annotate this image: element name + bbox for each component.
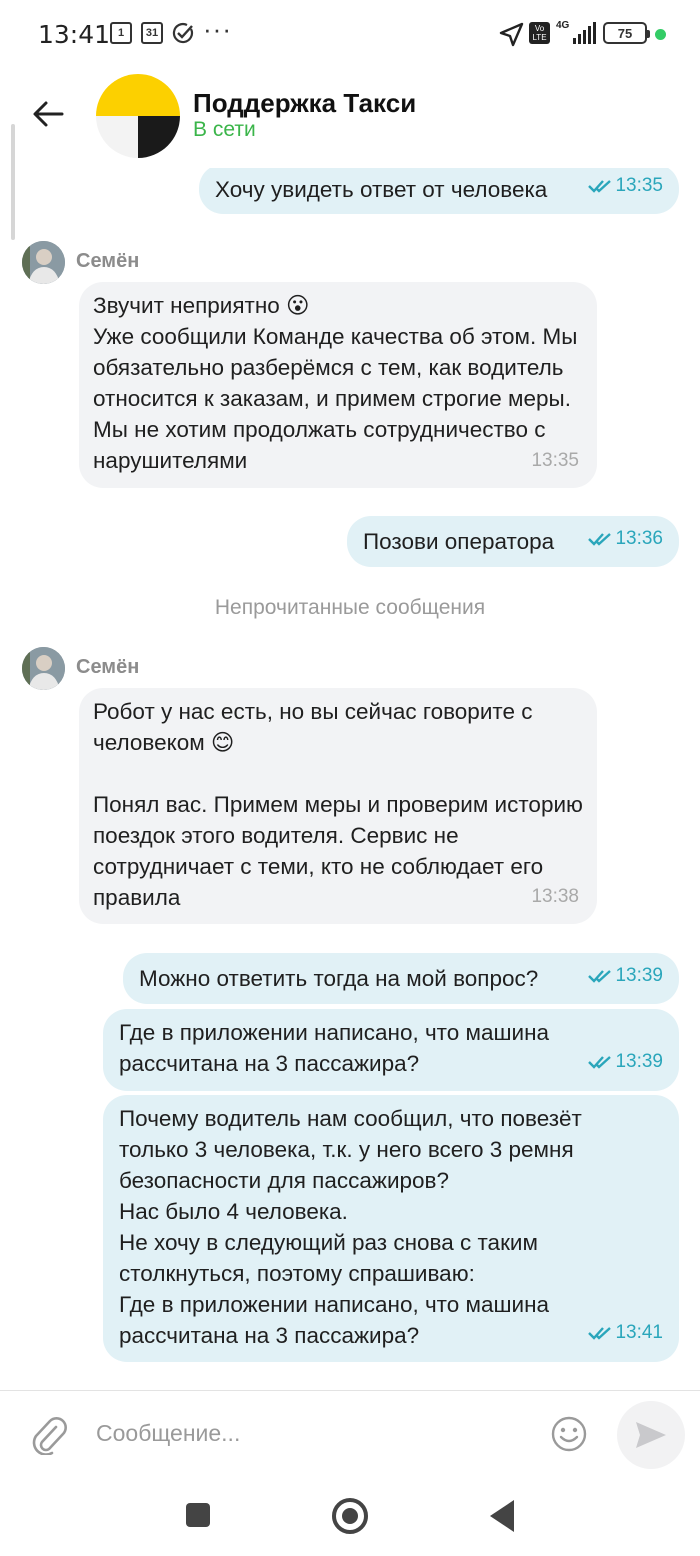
message-time: 13:39 <box>588 960 663 991</box>
message-text: Где в приложении написано, что машина ра… <box>119 1020 556 1076</box>
message-time-label: 13:36 <box>615 528 663 549</box>
home-button[interactable] <box>332 1498 368 1534</box>
system-back-button[interactable] <box>490 1500 514 1532</box>
scrollbar[interactable] <box>11 124 15 240</box>
emoji-icon[interactable] <box>550 1415 588 1453</box>
message-outgoing[interactable]: Хочу увидеть ответ от человека 13:35 <box>199 164 679 214</box>
send-icon <box>636 1422 666 1448</box>
message-list[interactable]: Хочу увидеть ответ от человека 13:35 Сем… <box>0 0 700 1390</box>
sender-header: Семён <box>22 647 322 691</box>
double-check-icon <box>588 179 612 193</box>
avatar[interactable] <box>22 241 65 284</box>
message-time-label: 13:41 <box>615 1322 663 1343</box>
avatar[interactable] <box>22 647 65 690</box>
system-navigation-bar <box>0 1476 700 1556</box>
taxi-logo[interactable] <box>96 74 180 158</box>
message-outgoing[interactable]: Где в приложении написано, что машина ра… <box>103 1009 679 1091</box>
unread-divider: Непрочитанные сообщения <box>214 596 486 619</box>
sender-name: Семён <box>76 656 140 678</box>
message-text: Можно ответить тогда на мой вопрос? <box>139 966 539 991</box>
message-time: 13:35 <box>531 450 579 471</box>
message-time-label: 13:39 <box>615 1051 663 1072</box>
chat-header: Поддержка Такси В сети <box>0 68 700 168</box>
recent-apps-button[interactable] <box>186 1503 210 1527</box>
message-incoming[interactable]: Звучит неприятно 😮 Уже сообщили Команде … <box>79 282 597 488</box>
message-composer <box>0 1390 700 1476</box>
paperclip-icon[interactable] <box>30 1415 68 1455</box>
back-arrow-icon[interactable] <box>30 96 66 132</box>
message-incoming[interactable]: Робот у нас есть, но вы сейчас говорите … <box>79 688 597 924</box>
double-check-icon <box>588 532 612 546</box>
message-time: 13:36 <box>588 523 663 554</box>
double-check-icon <box>588 969 612 983</box>
double-check-icon <box>588 1055 612 1069</box>
double-check-icon <box>588 1326 612 1340</box>
message-time: 13:41 <box>588 1317 663 1348</box>
message-outgoing[interactable]: Позови оператора 13:36 <box>347 516 679 567</box>
chat-title: Поддержка Такси <box>193 88 417 118</box>
sender-name: Семён <box>76 250 140 272</box>
message-outgoing[interactable]: Можно ответить тогда на мой вопрос? 13:3… <box>123 953 679 1004</box>
message-time-label: 13:35 <box>615 175 663 196</box>
sender-header: Семён <box>22 241 322 285</box>
message-input[interactable] <box>96 1413 536 1453</box>
message-time: 13:38 <box>531 886 579 907</box>
send-button[interactable] <box>617 1401 685 1469</box>
message-text: Робот у нас есть, но вы сейчас говорите … <box>93 699 583 910</box>
message-time: 13:39 <box>588 1046 663 1077</box>
online-status: В сети <box>193 118 256 141</box>
message-text: Звучит неприятно 😮 Уже сообщили Команде … <box>93 293 578 473</box>
message-time-label: 13:39 <box>615 965 663 986</box>
message-time: 13:35 <box>588 170 663 201</box>
message-text: Почему водитель нам сообщил, что повезёт… <box>119 1106 582 1348</box>
message-outgoing[interactable]: Почему водитель нам сообщил, что повезёт… <box>103 1095 679 1362</box>
